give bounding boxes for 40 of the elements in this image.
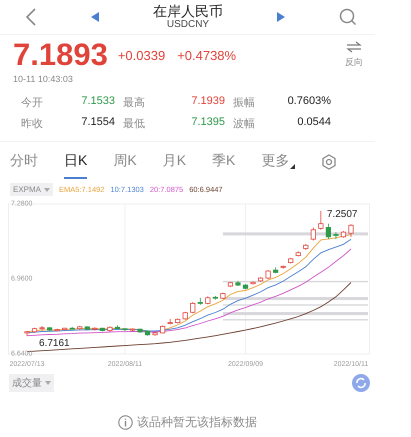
search-icon[interactable] bbox=[339, 8, 357, 26]
stat-label: 波幅 bbox=[232, 117, 256, 131]
caret-icon bbox=[44, 188, 50, 192]
stat-label: 今开 bbox=[20, 96, 44, 110]
next-icon[interactable] bbox=[277, 12, 285, 22]
stat-value: 7.1939 bbox=[190, 95, 225, 109]
reverse-button[interactable]: 反向 bbox=[345, 41, 363, 69]
stat-value: 7.1395 bbox=[190, 116, 225, 130]
caret-icon bbox=[45, 381, 51, 385]
stat-value: 7.1533 bbox=[80, 95, 115, 109]
period-tab[interactable]: 季K bbox=[212, 146, 236, 178]
price-annotation: 6.7161 bbox=[39, 338, 70, 350]
period-tab[interactable]: 日K bbox=[64, 146, 88, 178]
settings-icon[interactable] bbox=[321, 154, 338, 170]
notice-text: 该品种暂无该指标数据 bbox=[137, 414, 257, 431]
stat-value: 0.0544 bbox=[296, 116, 331, 130]
stat-label: 最高 bbox=[122, 96, 146, 110]
period-tab[interactable]: 月K bbox=[162, 146, 186, 178]
period-tab[interactable]: 周K bbox=[113, 146, 137, 178]
period-tab[interactable]: 分时 bbox=[10, 146, 38, 178]
volume-dropdown[interactable]: 成交量 bbox=[9, 374, 54, 392]
symbol-code: USDCNY bbox=[166, 19, 210, 31]
previous-icon[interactable] bbox=[91, 12, 99, 22]
quote-time: 10-11 10:43:03 bbox=[12, 73, 74, 85]
swap-arrows-icon bbox=[346, 41, 362, 53]
price-change: +0.0339 bbox=[118, 48, 166, 62]
last-price: 7.1893 bbox=[13, 37, 108, 73]
back-icon[interactable] bbox=[25, 8, 37, 26]
stat-value: 7.1554 bbox=[80, 116, 115, 130]
indicator-dropdown[interactable]: EXPMA bbox=[10, 183, 54, 196]
page-title: 在岸人民币 bbox=[153, 3, 223, 19]
percent-change: +0.4738% bbox=[177, 48, 236, 62]
stat-label: 最低 bbox=[122, 117, 146, 131]
period-tab[interactable]: 更多 bbox=[261, 146, 296, 178]
price-annotation: 7.2507 bbox=[326, 208, 358, 220]
stat-label: 振幅 bbox=[232, 96, 256, 110]
stat-value: 0.7603% bbox=[286, 95, 331, 109]
refresh-icon[interactable] bbox=[352, 374, 370, 392]
info-icon bbox=[118, 415, 133, 430]
stat-label: 昨收 bbox=[20, 117, 44, 131]
